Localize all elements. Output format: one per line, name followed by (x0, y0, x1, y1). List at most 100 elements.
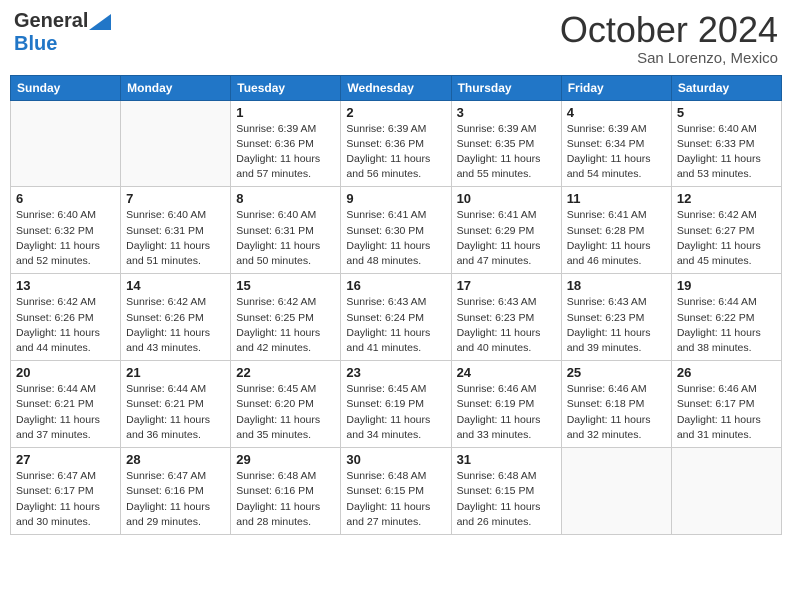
day-info: Sunrise: 6:40 AMSunset: 6:31 PMDaylight:… (236, 208, 335, 269)
day-info: Sunrise: 6:39 AMSunset: 6:34 PMDaylight:… (567, 122, 666, 183)
calendar-day-cell: 14 Sunrise: 6:42 AMSunset: 6:26 PMDayligh… (121, 274, 231, 361)
day-info: Sunrise: 6:41 AMSunset: 6:29 PMDaylight:… (457, 208, 556, 269)
day-number: 11 (567, 191, 666, 206)
calendar-week-row: 27Sunrise: 6:47 AMSunset: 6:17 PMDayligh… (11, 448, 782, 535)
calendar-day-cell: 3Sunrise: 6:39 AMSunset: 6:35 PMDaylight… (451, 100, 561, 187)
calendar-day-cell: 29Sunrise: 6:48 AMSunset: 6:16 PMDayligh… (231, 448, 341, 535)
calendar-day-cell: 20Sunrise: 6:44 AMSunset: 6:21 PMDayligh… (11, 361, 121, 448)
calendar-day-cell: 27Sunrise: 6:47 AMSunset: 6:17 PMDayligh… (11, 448, 121, 535)
day-info: Sunrise: 6:48 AMSunset: 6:15 PMDaylight:… (457, 469, 556, 530)
day-number: 7 (126, 191, 225, 206)
day-info: Sunrise: 6:41 AMSunset: 6:28 PMDaylight:… (567, 208, 666, 269)
day-info: Sunrise: 6:47 AMSunset: 6:16 PMDaylight:… (126, 469, 225, 530)
day-info: Sunrise: 6:39 AMSunset: 6:36 PMDaylight:… (236, 122, 335, 183)
calendar-day-cell: 12Sunrise: 6:42 AMSunset: 6:27 PMDayligh… (671, 187, 781, 274)
day-number: 26 (677, 365, 776, 380)
day-number: 13 (16, 278, 115, 293)
calendar-day-header: Saturday (671, 75, 781, 100)
calendar-day-cell (561, 448, 671, 535)
title-section: October 2024 San Lorenzo, Mexico (560, 10, 778, 67)
day-number: 15 (236, 278, 335, 293)
calendar-day-cell: 25 Sunrise: 6:46 AMSunset: 6:18 PMDayligh… (561, 361, 671, 448)
logo: General Blue (14, 10, 111, 56)
calendar-day-cell: 28Sunrise: 6:47 AMSunset: 6:16 PMDayligh… (121, 448, 231, 535)
calendar-table: SundayMondayTuesdayWednesdayThursdayFrid… (10, 75, 782, 535)
calendar-day-cell: 22Sunrise: 6:45 AMSunset: 6:20 PMDayligh… (231, 361, 341, 448)
day-info: Sunrise: 6:43 AMSunset: 6:23 PMDaylight:… (567, 295, 666, 356)
calendar-day-cell: 13 Sunrise: 6:42 AMSunset: 6:26 PMDayligh… (11, 274, 121, 361)
day-info: Sunrise: 6:39 AMSunset: 6:35 PMDaylight:… (457, 122, 556, 183)
calendar-day-cell: 15 Sunrise: 6:42 AMSunset: 6:25 PMDayligh… (231, 274, 341, 361)
calendar-day-cell: 21 Sunrise: 6:44 AMSunset: 6:21 PMDayligh… (121, 361, 231, 448)
calendar-day-cell: 26 Sunrise: 6:46 AMSunset: 6:17 PMDayligh… (671, 361, 781, 448)
calendar-day-header: Monday (121, 75, 231, 100)
day-number: 24 (457, 365, 556, 380)
calendar-day-cell (11, 100, 121, 187)
day-info: Sunrise: 6:48 AMSunset: 6:16 PMDaylight:… (236, 469, 335, 530)
calendar-day-cell: 16Sunrise: 6:43 AMSunset: 6:24 PMDayligh… (341, 274, 451, 361)
day-info: Sunrise: 6:44 AMSunset: 6:22 PMDaylight:… (677, 295, 776, 356)
day-number: 25 (567, 365, 666, 380)
calendar-day-cell (121, 100, 231, 187)
month-year-title: October 2024 (560, 10, 778, 50)
day-number: 9 (346, 191, 445, 206)
calendar-day-cell: 31Sunrise: 6:48 AMSunset: 6:15 PMDayligh… (451, 448, 561, 535)
day-info: Sunrise: 6:45 AMSunset: 6:19 PMDaylight:… (346, 382, 445, 443)
day-number: 2 (346, 105, 445, 120)
day-number: 4 (567, 105, 666, 120)
calendar-week-row: 20Sunrise: 6:44 AMSunset: 6:21 PMDayligh… (11, 361, 782, 448)
day-number: 23 (346, 365, 445, 380)
calendar-day-cell: 1 Sunrise: 6:39 AMSunset: 6:36 PMDaylight… (231, 100, 341, 187)
day-info: Sunrise: 6:44 AMSunset: 6:21 PMDaylight:… (126, 382, 225, 443)
calendar-day-cell: 19 Sunrise: 6:44 AMSunset: 6:22 PMDayligh… (671, 274, 781, 361)
day-info: Sunrise: 6:42 AMSunset: 6:25 PMDaylight:… (236, 295, 335, 356)
day-info: Sunrise: 6:44 AMSunset: 6:21 PMDaylight:… (16, 382, 115, 443)
day-info: Sunrise: 6:39 AMSunset: 6:36 PMDaylight:… (346, 122, 445, 183)
calendar-day-cell: 18 Sunrise: 6:43 AMSunset: 6:23 PMDayligh… (561, 274, 671, 361)
calendar-day-cell: 23 Sunrise: 6:45 AMSunset: 6:19 PMDayligh… (341, 361, 451, 448)
day-info: Sunrise: 6:42 AMSunset: 6:26 PMDaylight:… (16, 295, 115, 356)
calendar-day-cell: 6 Sunrise: 6:40 AMSunset: 6:32 PMDaylight… (11, 187, 121, 274)
day-info: Sunrise: 6:48 AMSunset: 6:15 PMDaylight:… (346, 469, 445, 530)
calendar-day-cell: 10 Sunrise: 6:41 AMSunset: 6:29 PMDayligh… (451, 187, 561, 274)
day-info: Sunrise: 6:46 AMSunset: 6:19 PMDaylight:… (457, 382, 556, 443)
calendar-day-cell (671, 448, 781, 535)
calendar-day-cell: 4 Sunrise: 6:39 AMSunset: 6:34 PMDaylight… (561, 100, 671, 187)
day-number: 1 (236, 105, 335, 120)
calendar-day-header: Tuesday (231, 75, 341, 100)
calendar-day-cell: 5 Sunrise: 6:40 AMSunset: 6:33 PMDaylight… (671, 100, 781, 187)
calendar-header-row: SundayMondayTuesdayWednesdayThursdayFrid… (11, 75, 782, 100)
day-number: 17 (457, 278, 556, 293)
day-info: Sunrise: 6:40 AMSunset: 6:33 PMDaylight:… (677, 122, 776, 183)
calendar-week-row: 13 Sunrise: 6:42 AMSunset: 6:26 PMDayligh… (11, 274, 782, 361)
day-info: Sunrise: 6:42 AMSunset: 6:27 PMDaylight:… (677, 208, 776, 269)
day-info: Sunrise: 6:40 AMSunset: 6:32 PMDaylight:… (16, 208, 115, 269)
day-number: 18 (567, 278, 666, 293)
location-subtitle: San Lorenzo, Mexico (560, 50, 778, 67)
day-number: 10 (457, 191, 556, 206)
day-number: 21 (126, 365, 225, 380)
day-number: 27 (16, 452, 115, 467)
calendar-day-cell: 8 Sunrise: 6:40 AMSunset: 6:31 PMDaylight… (231, 187, 341, 274)
calendar-day-cell: 7 Sunrise: 6:40 AMSunset: 6:31 PMDaylight… (121, 187, 231, 274)
day-info: Sunrise: 6:42 AMSunset: 6:26 PMDaylight:… (126, 295, 225, 356)
calendar-day-header: Sunday (11, 75, 121, 100)
day-info: Sunrise: 6:45 AMSunset: 6:20 PMDaylight:… (236, 382, 335, 443)
day-number: 8 (236, 191, 335, 206)
page-header: General Blue October 2024 San Lorenzo, M… (10, 10, 782, 67)
calendar-day-cell: 9Sunrise: 6:41 AMSunset: 6:30 PMDaylight… (341, 187, 451, 274)
calendar-week-row: 6 Sunrise: 6:40 AMSunset: 6:32 PMDaylight… (11, 187, 782, 274)
calendar-day-header: Thursday (451, 75, 561, 100)
day-info: Sunrise: 6:46 AMSunset: 6:18 PMDaylight:… (567, 382, 666, 443)
calendar-day-cell: 17Sunrise: 6:43 AMSunset: 6:23 PMDayligh… (451, 274, 561, 361)
day-number: 5 (677, 105, 776, 120)
day-number: 19 (677, 278, 776, 293)
day-number: 6 (16, 191, 115, 206)
calendar-day-cell: 2 Sunrise: 6:39 AMSunset: 6:36 PMDaylight… (341, 100, 451, 187)
day-info: Sunrise: 6:46 AMSunset: 6:17 PMDaylight:… (677, 382, 776, 443)
day-number: 14 (126, 278, 225, 293)
calendar-day-cell: 11 Sunrise: 6:41 AMSunset: 6:28 PMDayligh… (561, 187, 671, 274)
day-info: Sunrise: 6:40 AMSunset: 6:31 PMDaylight:… (126, 208, 225, 269)
day-number: 30 (346, 452, 445, 467)
calendar-week-row: 1 Sunrise: 6:39 AMSunset: 6:36 PMDaylight… (11, 100, 782, 187)
